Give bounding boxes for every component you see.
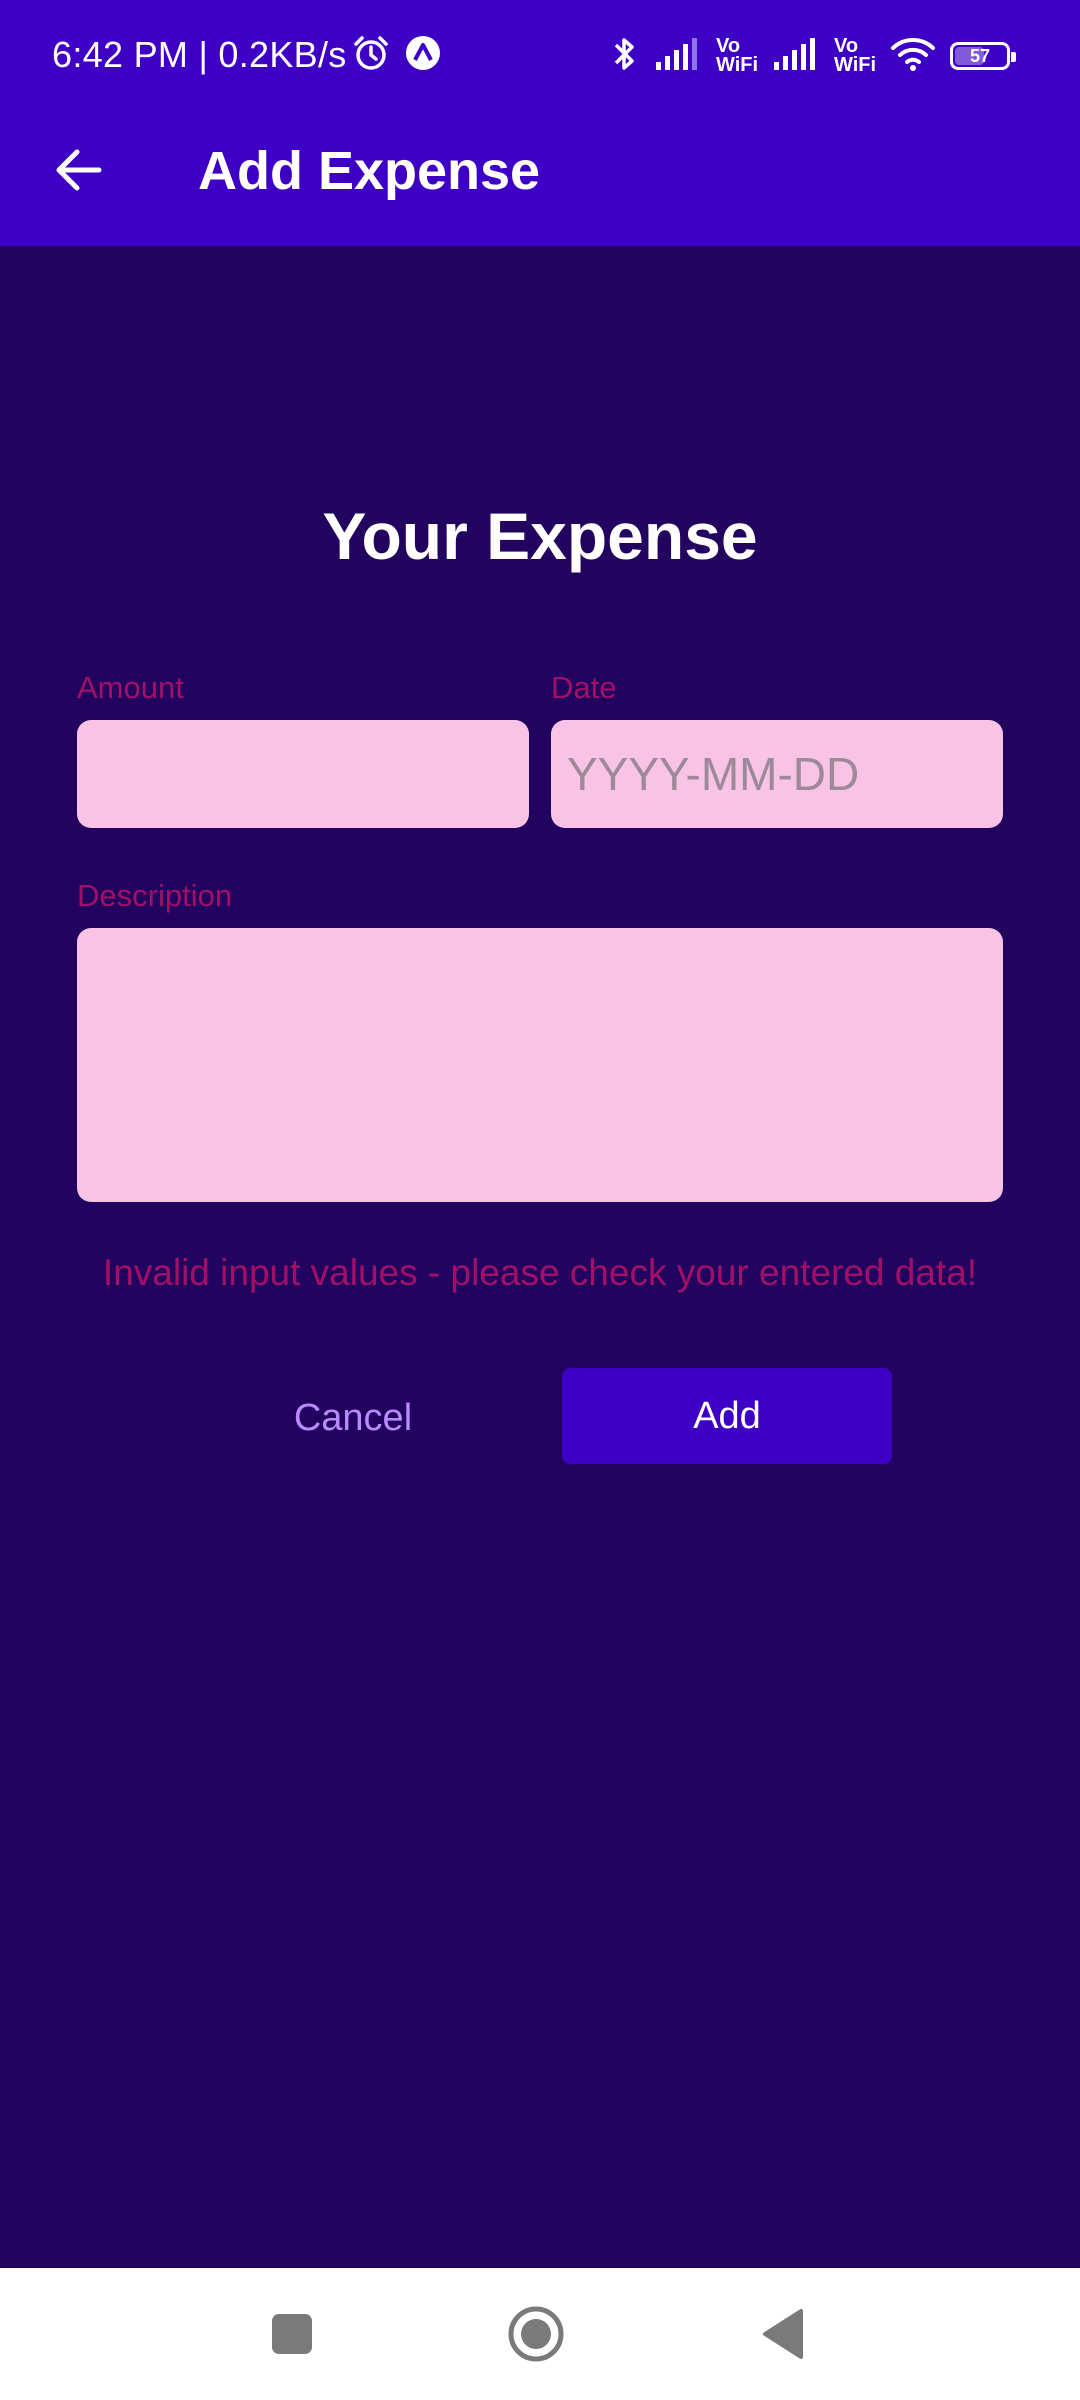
- status-time: 6:42 PM | 0.2KB/s: [52, 34, 347, 75]
- date-label: Date: [551, 670, 617, 705]
- signal-icon: [772, 36, 820, 77]
- vowifi-indicator-2: Vo WiFi: [834, 35, 877, 76]
- amount-input[interactable]: [77, 720, 529, 828]
- status-bar: 6:42 PM | 0.2KB/s Vo WiFi Vo WiFi 57: [0, 0, 1080, 116]
- vowifi-indicator-1: Vo WiFi: [716, 35, 759, 76]
- triangle-back-icon: [763, 2309, 803, 2359]
- form-heading: Your Expense: [322, 499, 758, 573]
- description-label: Description: [77, 878, 233, 913]
- recents-button[interactable]: [262, 2306, 322, 2362]
- status-left-icons: [352, 34, 442, 77]
- status-right-icons: Vo WiFi Vo WiFi 57: [610, 34, 1017, 79]
- page-title: Add Expense: [198, 141, 541, 201]
- square-icon: [272, 2314, 312, 2354]
- arrow-left-icon: [56, 149, 102, 191]
- back-nav-button[interactable]: [752, 2302, 812, 2366]
- system-navigation-bar: [0, 2268, 1080, 2400]
- circle-icon: [508, 2306, 564, 2362]
- app-notification-icon: [404, 34, 442, 77]
- amount-label: Amount: [77, 670, 184, 705]
- description-input[interactable]: [77, 928, 1003, 1202]
- alarm-clock-icon: [352, 34, 390, 77]
- add-button[interactable]: Add: [562, 1368, 892, 1464]
- app-header: 6:42 PM | 0.2KB/s Vo WiFi Vo WiFi 57 Add…: [0, 0, 1080, 246]
- error-message: Invalid input values - please check your…: [102, 1252, 978, 1293]
- signal-icon: [654, 36, 702, 77]
- cancel-button[interactable]: Cancel: [240, 1370, 466, 1466]
- back-button[interactable]: [40, 136, 116, 204]
- bluetooth-icon: [610, 34, 640, 79]
- battery-icon: 57: [950, 42, 1017, 70]
- wifi-icon: [890, 35, 936, 78]
- home-button[interactable]: [500, 2298, 572, 2370]
- date-input[interactable]: [551, 720, 1003, 828]
